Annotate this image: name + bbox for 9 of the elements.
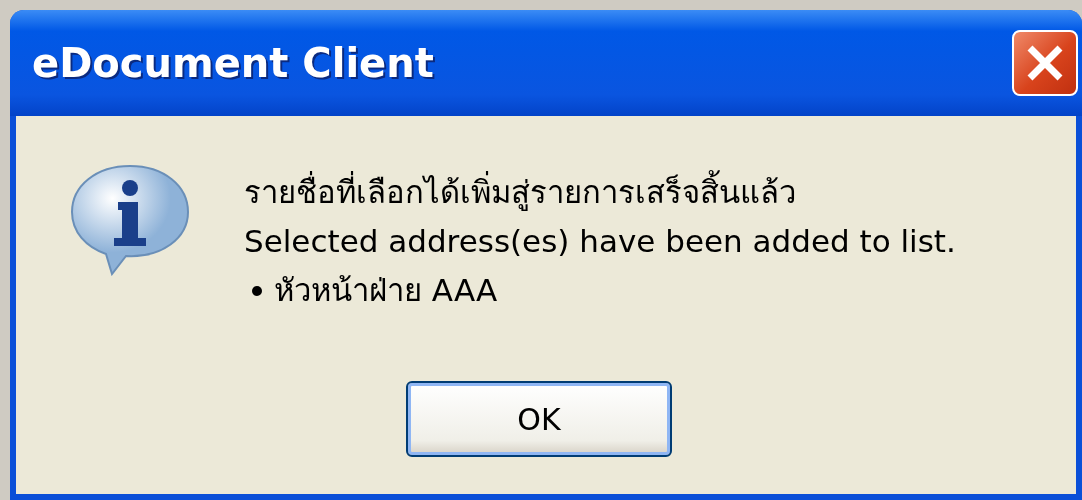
info-icon bbox=[68, 162, 192, 276]
message-text: รายชื่อที่เลือกได้เพิ่มสู่รายการเสร็จสิ้นแล้ว bbox=[244, 168, 956, 217]
close-icon bbox=[1025, 43, 1065, 83]
list-item: หัวหน้าฝ่าย AAA bbox=[274, 271, 498, 310]
window-title: eDocument Client bbox=[32, 40, 434, 86]
close-button[interactable] bbox=[1012, 30, 1078, 96]
ok-button[interactable]: OK bbox=[406, 381, 672, 457]
message-text: Selected address(es) have been added to list. bbox=[244, 222, 956, 261]
bullet-icon bbox=[252, 285, 262, 296]
